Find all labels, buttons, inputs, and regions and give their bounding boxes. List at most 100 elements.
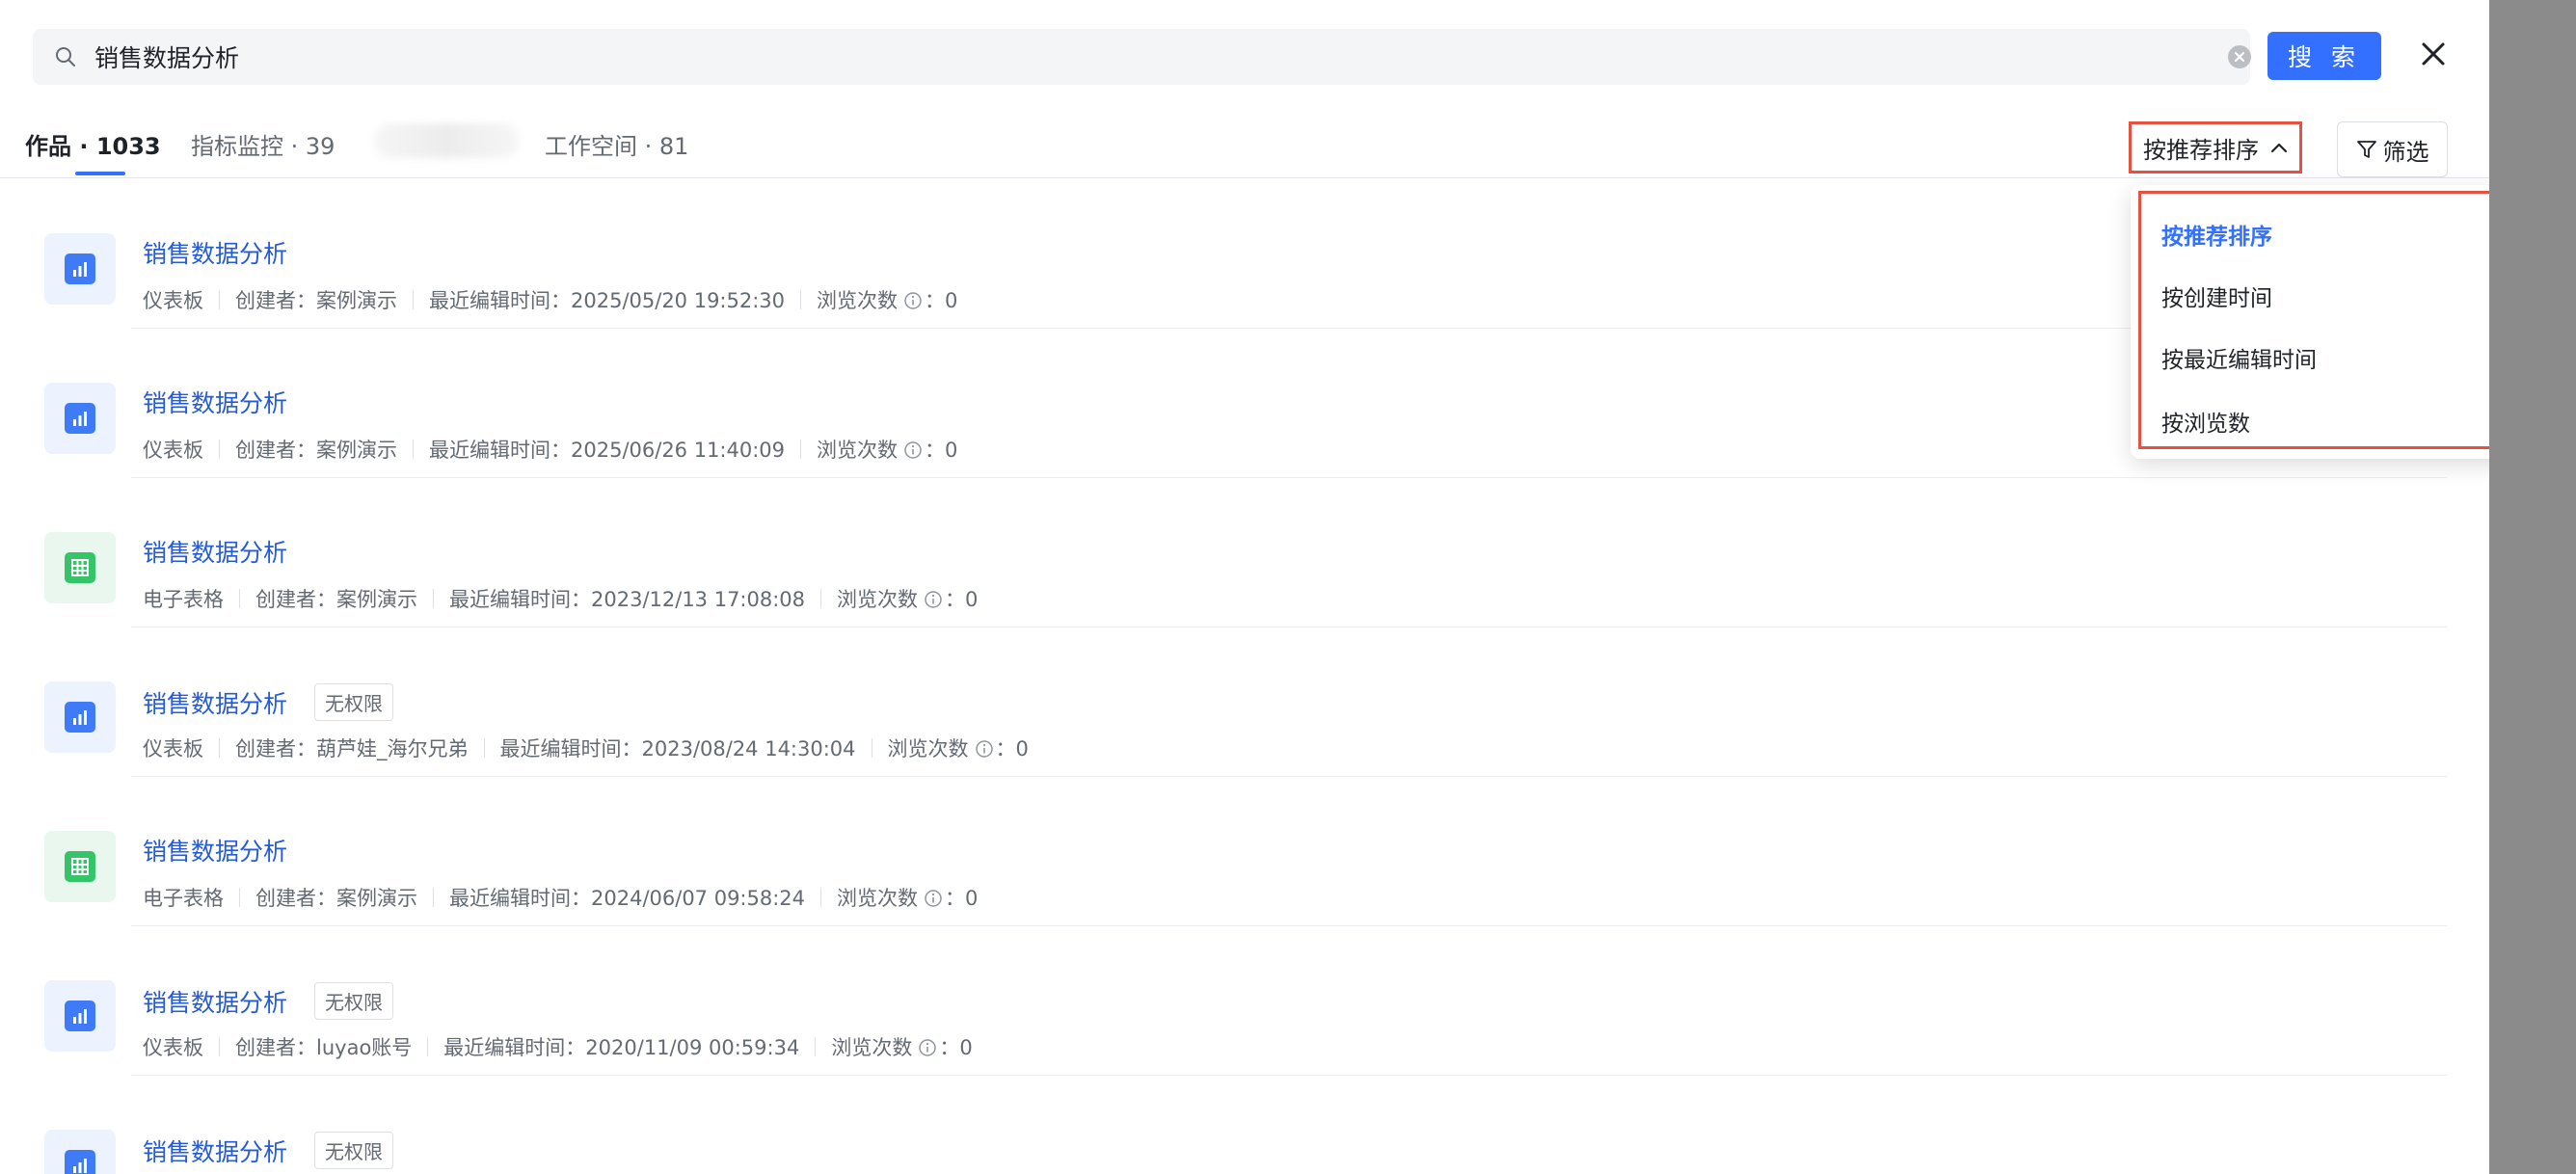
dashboard-icon bbox=[44, 233, 116, 305]
filter-icon bbox=[2356, 141, 2376, 158]
search-box[interactable] bbox=[33, 29, 2252, 85]
creator-label: 创建者： bbox=[235, 289, 316, 312]
creator-name: 案例演示 bbox=[316, 289, 397, 312]
result-meta: 仪表板 创建者：案例演示 最近编辑时间：2025/05/20 19:52:30 浏览次… bbox=[143, 285, 957, 314]
views-count: ：0 bbox=[925, 289, 958, 312]
edited-time: 2025/05/20 19:52:30 bbox=[571, 289, 786, 312]
info-icon[interactable] bbox=[924, 590, 943, 609]
creator-label: 创建者： bbox=[255, 588, 336, 611]
tabs-divider bbox=[0, 177, 2489, 178]
tab-workspace[interactable]: 工作空间 · 81 bbox=[545, 127, 688, 161]
result-row[interactable]: 销售数据分析 无权限 仪表板 创建者：luyao账号 最近编辑时间：2020/11/09… bbox=[0, 926, 2489, 1076]
creator-label: 创建者： bbox=[235, 1036, 316, 1059]
creator-name: 案例演示 bbox=[316, 439, 397, 462]
info-icon[interactable] bbox=[903, 440, 923, 460]
edited-time: 2023/12/13 17:08:08 bbox=[591, 588, 806, 611]
creator-name: 案例演示 bbox=[336, 588, 417, 611]
search-input[interactable] bbox=[94, 38, 2119, 76]
creator-label: 创建者： bbox=[255, 887, 336, 910]
edited-time: 2020/11/09 00:59:34 bbox=[585, 1036, 800, 1059]
info-icon[interactable] bbox=[924, 889, 943, 908]
result-title[interactable]: 销售数据分析 bbox=[143, 984, 287, 1019]
search-panel: 搜 索 作品 · 1033 指标监控 · 39 工作空间 · 81 按推荐排序 … bbox=[0, 0, 2489, 1174]
filter-button[interactable]: 筛选 bbox=[2337, 121, 2448, 177]
chevron-up-icon bbox=[2270, 143, 2288, 153]
result-meta: 电子表格 创建者：案例演示 最近编辑时间：2024/06/07 09:58:24 浏览… bbox=[143, 883, 978, 912]
sort-option-last-edited[interactable]: 按最近编辑时间 bbox=[2161, 341, 2317, 374]
views-label: 浏览次数 bbox=[817, 289, 899, 312]
info-icon[interactable] bbox=[918, 1038, 937, 1057]
no-permission-badge: 无权限 bbox=[314, 982, 394, 1020]
search-icon bbox=[56, 47, 75, 67]
views-label: 浏览次数 bbox=[831, 1036, 913, 1059]
tab-blurred[interactable] bbox=[374, 123, 519, 158]
result-row[interactable]: 销售数据分析 无权限 bbox=[0, 1076, 2489, 1174]
result-row[interactable]: 销售数据分析 电子表格 创建者：案例演示 最近编辑时间：2023/12/13 17:0… bbox=[0, 478, 2489, 627]
spreadsheet-icon bbox=[44, 831, 116, 902]
no-permission-badge: 无权限 bbox=[314, 1132, 394, 1169]
creator-label: 创建者： bbox=[235, 737, 316, 760]
edited-label: 最近编辑时间： bbox=[449, 588, 591, 611]
views-label: 浏览次数 bbox=[837, 887, 919, 910]
result-row[interactable]: 销售数据分析仪表板 创建者：案例演示 最近编辑时间：2025/05/20 19:52… bbox=[0, 179, 2489, 329]
creator-name: luyao账号 bbox=[316, 1036, 413, 1059]
search-button[interactable]: 搜 索 bbox=[2267, 32, 2381, 80]
edited-time: 2024/06/07 09:58:24 bbox=[591, 887, 806, 910]
modal-backdrop[interactable] bbox=[2489, 0, 2576, 1174]
dashboard-icon bbox=[44, 681, 116, 753]
spreadsheet-icon bbox=[44, 532, 116, 603]
edited-label: 最近编辑时间： bbox=[429, 439, 571, 462]
creator-name: 葫芦娃_海尔兄弟 bbox=[316, 737, 469, 760]
views-label: 浏览次数 bbox=[837, 588, 919, 611]
result-title[interactable]: 销售数据分析 bbox=[143, 385, 287, 419]
result-meta: 仪表板 创建者：葫芦娃_海尔兄弟 最近编辑时间：2023/08/24 14:30:0… bbox=[143, 734, 1029, 762]
edited-label: 最近编辑时间： bbox=[429, 289, 571, 312]
views-count: ：0 bbox=[925, 439, 958, 462]
creator-label: 创建者： bbox=[235, 439, 316, 462]
result-type: 仪表板 bbox=[143, 289, 203, 312]
views-count: ：0 bbox=[939, 1036, 973, 1059]
views-count: ：0 bbox=[945, 887, 979, 910]
sort-button[interactable]: 按推荐排序 bbox=[2129, 121, 2302, 173]
tab-metric-monitoring[interactable]: 指标监控 · 39 bbox=[191, 127, 335, 161]
edited-label: 最近编辑时间： bbox=[449, 887, 591, 910]
result-list: 销售数据分析 仪表板 创建者：案例演示 最近编辑时间：2025/05/20 19:52… bbox=[0, 179, 2489, 1174]
result-title[interactable]: 销售数据分析 bbox=[143, 534, 287, 569]
info-icon[interactable] bbox=[975, 739, 994, 759]
dashboard-icon bbox=[44, 980, 116, 1052]
sort-option-recommended[interactable]: 按推荐排序 bbox=[2161, 218, 2272, 251]
sort-label: 按推荐排序 bbox=[2143, 136, 2259, 164]
clear-icon[interactable] bbox=[2227, 44, 2252, 69]
views-count: ：0 bbox=[995, 737, 1029, 760]
result-title[interactable]: 销售数据分析 bbox=[143, 685, 287, 720]
edited-label: 最近编辑时间： bbox=[499, 737, 642, 760]
views-label: 浏览次数 bbox=[817, 439, 899, 462]
result-title[interactable]: 销售数据分析 bbox=[143, 1134, 287, 1168]
info-icon[interactable] bbox=[903, 291, 923, 310]
result-title[interactable]: 销售数据分析 bbox=[143, 235, 287, 270]
edited-time: 2025/06/26 11:40:09 bbox=[571, 439, 786, 462]
creator-name: 案例演示 bbox=[336, 887, 417, 910]
active-tab-indicator bbox=[75, 172, 125, 175]
result-meta: 仪表板 创建者：案例演示 最近编辑时间：2025/06/26 11:40:09 浏览次… bbox=[143, 435, 957, 464]
result-type: 电子表格 bbox=[143, 887, 224, 910]
dashboard-icon bbox=[44, 1130, 116, 1174]
result-meta: 电子表格 创建者：案例演示 最近编辑时间：2023/12/13 17:08:08 浏览… bbox=[143, 584, 978, 613]
edited-time: 2023/08/24 14:30:04 bbox=[641, 737, 856, 760]
result-row[interactable]: 销售数据分析电子表格 创建者：案例演示 最近编辑时间：2024/06/07 09:5… bbox=[0, 777, 2489, 926]
close-icon[interactable] bbox=[2418, 39, 2449, 69]
sort-option-created-time[interactable]: 按创建时间 bbox=[2161, 280, 2272, 312]
no-permission-badge: 无权限 bbox=[314, 683, 394, 721]
result-row[interactable]: 销售数据分析 无权限仪表板 创建者：葫芦娃_海尔兄弟 最近编辑时间：2023/08/2… bbox=[0, 627, 2489, 777]
sort-option-views[interactable]: 按浏览数 bbox=[2161, 405, 2250, 438]
tab-works[interactable]: 作品 · 1033 bbox=[25, 127, 161, 161]
views-count: ：0 bbox=[945, 588, 979, 611]
result-title[interactable]: 销售数据分析 bbox=[143, 833, 287, 867]
result-type: 仪表板 bbox=[143, 1036, 203, 1059]
result-type: 仪表板 bbox=[143, 737, 203, 760]
dashboard-icon bbox=[44, 383, 116, 454]
views-label: 浏览次数 bbox=[887, 737, 969, 760]
filter-label: 筛选 bbox=[2382, 138, 2429, 166]
result-type: 仪表板 bbox=[143, 439, 203, 462]
result-row[interactable]: 销售数据分析仪表板 创建者：案例演示 最近编辑时间：2025/06/26 11:40… bbox=[0, 329, 2489, 478]
